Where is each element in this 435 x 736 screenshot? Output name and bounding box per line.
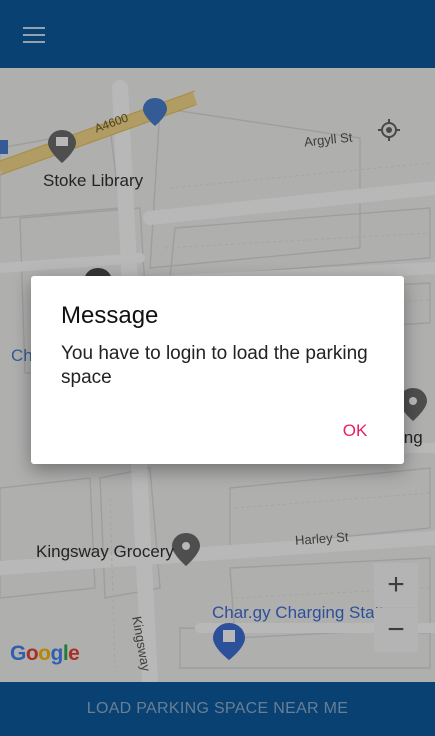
ok-button[interactable]: OK	[331, 416, 379, 446]
dialog-message: You have to login to load the parking sp…	[61, 343, 368, 388]
dialog-title: Message	[61, 302, 159, 329]
message-dialog: Message You have to login to load the pa…	[31, 276, 404, 464]
